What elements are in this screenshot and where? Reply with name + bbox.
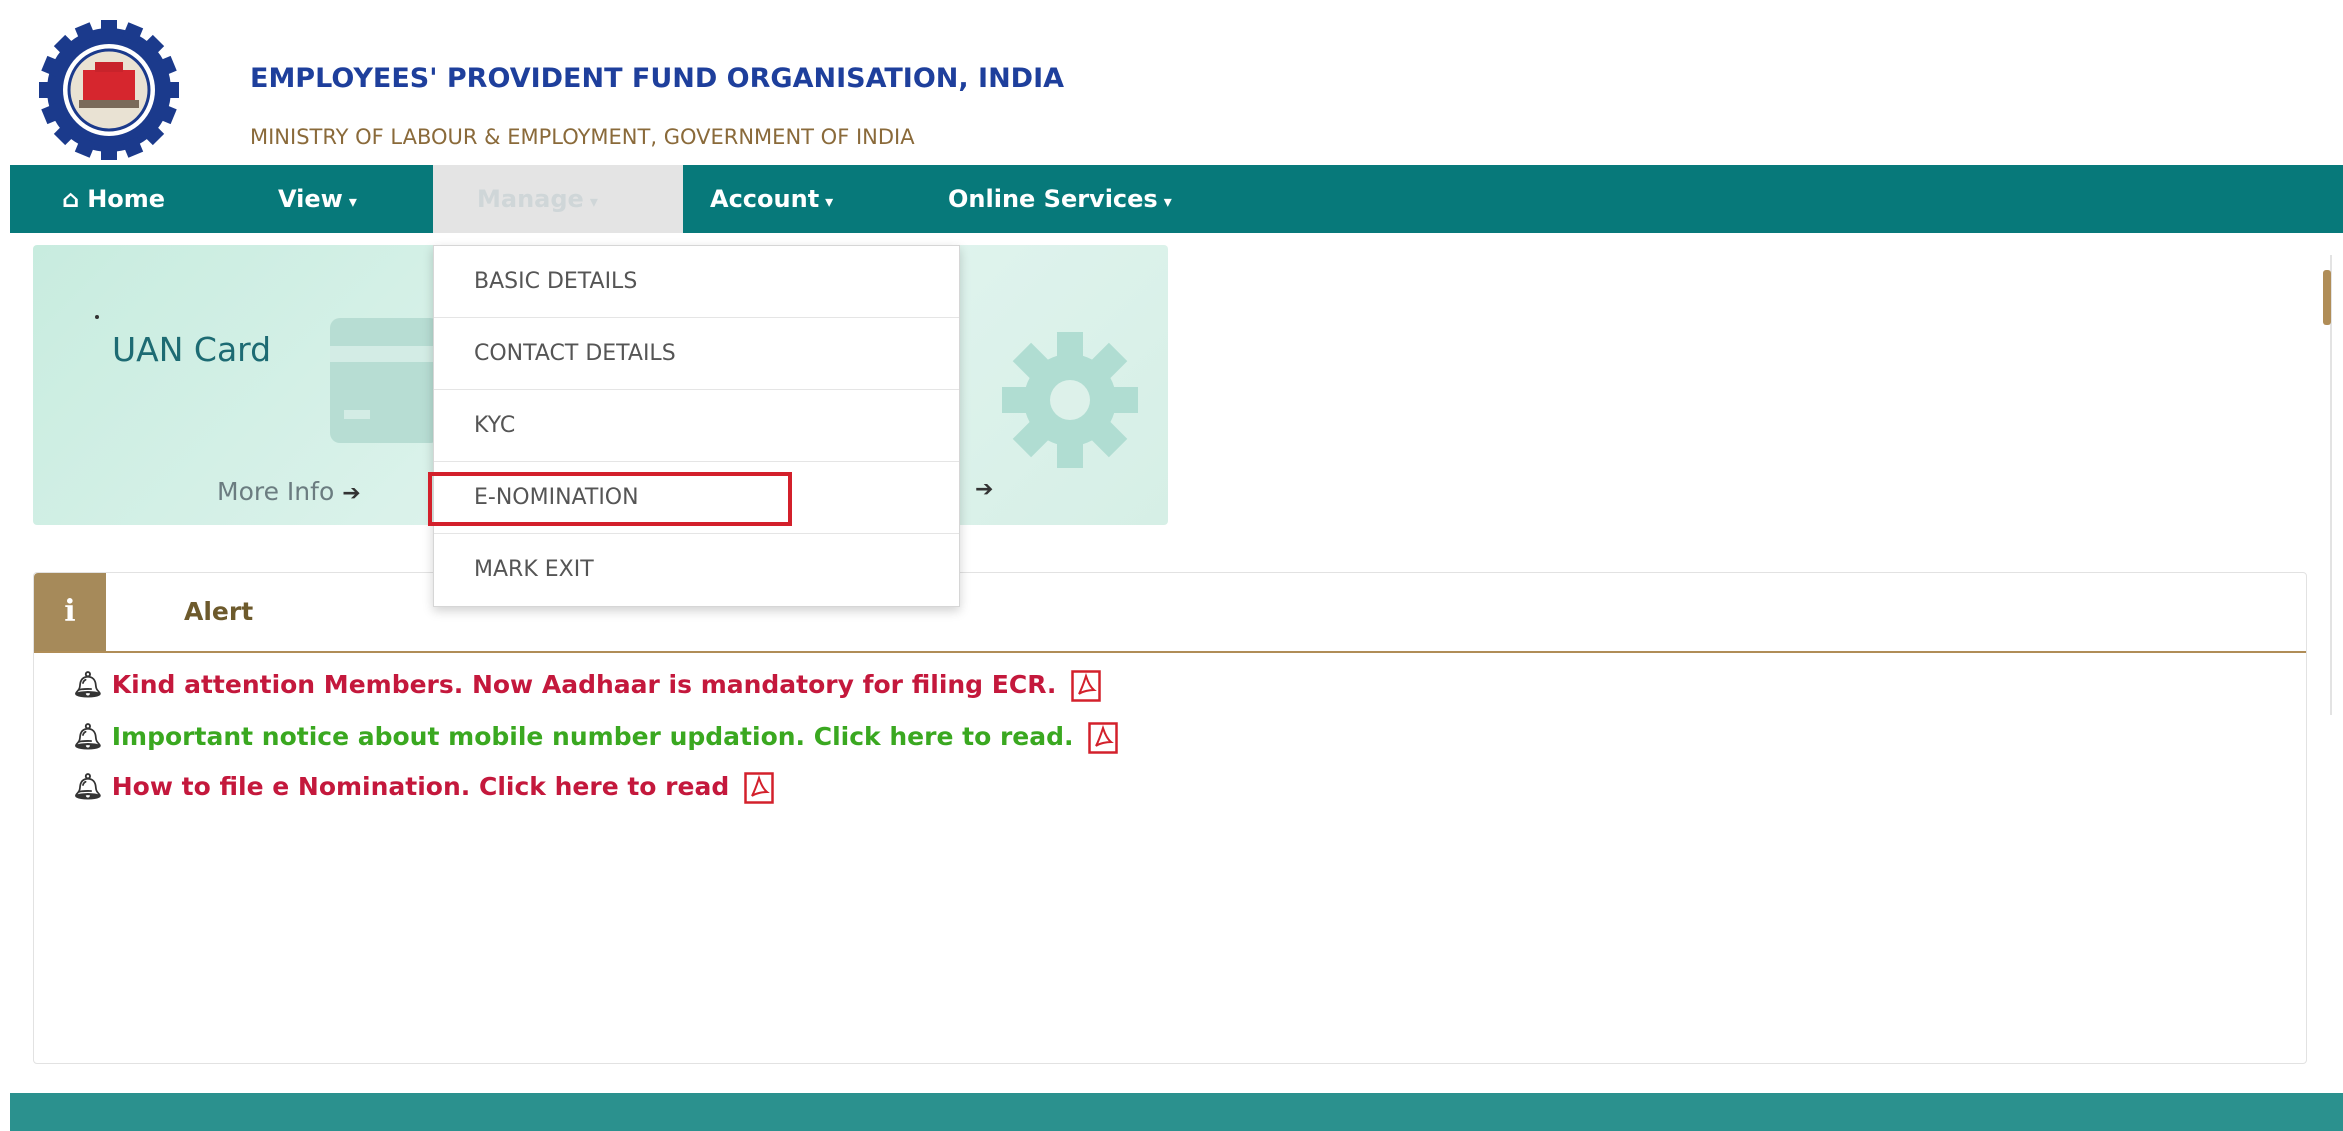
gear-icon (1002, 332, 1138, 468)
menu-item-kyc[interactable]: KYC (434, 390, 959, 462)
chevron-down-icon: ▾ (1163, 192, 1172, 211)
menu-item-basic-details[interactable]: BASIC DETAILS (434, 246, 959, 318)
info-icon: i (34, 573, 106, 651)
nav-manage-label: Manage (477, 185, 584, 213)
alert-title: Alert (184, 597, 254, 626)
org-subtitle: MINISTRY OF LABOUR & EMPLOYMENT, GOVERNM… (250, 125, 915, 149)
nav-account[interactable]: Account ▾ (710, 165, 833, 233)
notice-link[interactable]: 🔔︎ How to file e Nomination. Click here t… (72, 772, 774, 804)
menu-item-contact-details[interactable]: CONTACT DETAILS (434, 318, 959, 390)
main-navbar: ⌂ Home View ▾ Manage ▾ Account ▾ Online Serv… (10, 165, 2343, 233)
arrow-circle-right-icon: ➔ (975, 477, 994, 502)
nav-home-label: Home (87, 185, 166, 213)
site-header: EMPLOYEES' PROVIDENT FUND ORGANISATION, … (0, 0, 2343, 165)
site-footer (10, 1093, 2343, 1131)
more-info-label: More Info (217, 477, 335, 506)
menu-item-mark-exit[interactable]: MARK EXIT (434, 534, 959, 606)
arrow-circle-right-icon: ➔ (342, 481, 361, 506)
bell-icon: 🔔︎ (72, 772, 104, 801)
bell-icon: 🔔︎ (72, 670, 104, 699)
scroll-handle[interactable] (2323, 270, 2331, 325)
epfo-emblem-icon (39, 20, 179, 160)
pdf-icon[interactable] (744, 772, 774, 804)
card-icon (330, 318, 440, 443)
nav-online-services-label: Online Services (948, 185, 1158, 213)
org-title: EMPLOYEES' PROVIDENT FUND ORGANISATION, … (250, 63, 1065, 94)
notice-text: How to file e Nomination. Click here to … (111, 772, 730, 801)
nav-manage[interactable]: Manage ▾ (433, 165, 683, 233)
nav-home[interactable]: ⌂ Home (62, 165, 165, 233)
chevron-down-icon: ▾ (348, 192, 357, 211)
notice-link[interactable]: 🔔︎ Kind attention Members. Now Aadhaar is… (72, 670, 1101, 702)
nav-view-label: View (278, 185, 343, 213)
home-icon: ⌂ (62, 185, 80, 213)
pdf-icon[interactable] (1071, 670, 1101, 702)
more-info-link[interactable]: More Info ➔ (217, 477, 361, 506)
notice-link[interactable]: 🔔︎ Important notice about mobile number u… (72, 722, 1118, 754)
nav-online-services[interactable]: Online Services ▾ (948, 165, 1172, 233)
notice-text: Important notice about mobile number upd… (111, 722, 1074, 751)
decorative-dot (95, 315, 99, 319)
alert-header: i Alert (34, 573, 2306, 653)
pdf-icon[interactable] (1088, 722, 1118, 754)
more-info-link-2[interactable]: ➔ (975, 477, 993, 502)
notice-text: Kind attention Members. Now Aadhaar is m… (111, 670, 1057, 699)
chevron-down-icon: ▾ (589, 192, 598, 211)
chevron-down-icon: ▾ (825, 192, 834, 211)
highlight-annotation (428, 472, 792, 526)
manage-dropdown-menu: BASIC DETAILS CONTACT DETAILS KYC E-NOMI… (433, 245, 960, 607)
bell-icon: 🔔︎ (72, 722, 104, 751)
uan-card-title: UAN Card (112, 330, 272, 369)
nav-account-label: Account (710, 185, 820, 213)
alert-panel: i Alert (33, 572, 2307, 1064)
nav-view[interactable]: View ▾ (278, 165, 357, 233)
divider (2330, 255, 2332, 715)
